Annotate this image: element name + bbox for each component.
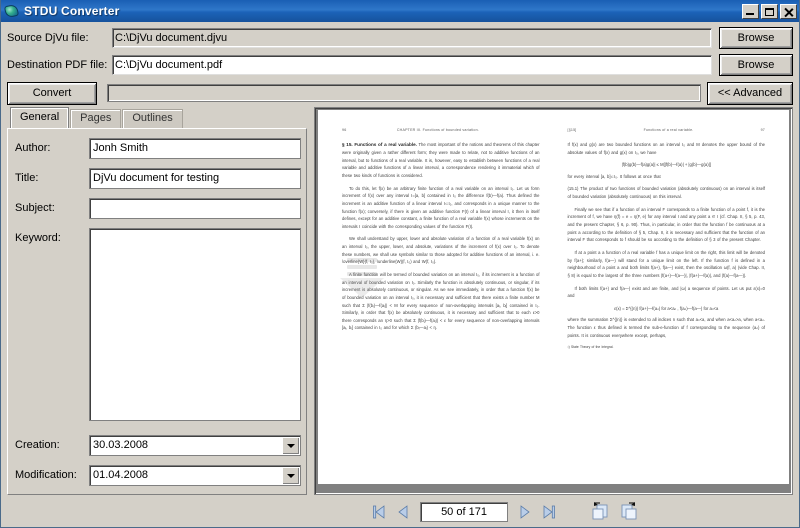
author-input[interactable]: Jonh Smith bbox=[89, 138, 301, 159]
convert-button[interactable]: Convert bbox=[7, 81, 97, 105]
last-page-button[interactable] bbox=[538, 501, 560, 523]
application-window: STDU Converter Source DjVu file: C:\DjVu… bbox=[0, 0, 800, 528]
scanned-page-right: [§15] Functions of a real variable. 97 I… bbox=[554, 128, 780, 476]
advanced-toggle-button[interactable]: << Advanced bbox=[707, 81, 793, 105]
window-title: STDU Converter bbox=[24, 4, 120, 18]
rotate-group bbox=[587, 500, 643, 524]
modification-row: Modification: 01.04.2008 bbox=[15, 465, 301, 486]
destination-browse-button[interactable]: Browse bbox=[719, 54, 793, 76]
page-navigation-toolbar: 50 of 171 bbox=[1, 497, 799, 527]
creation-date-picker[interactable]: 30.03.2008 bbox=[89, 435, 301, 456]
next-page-button[interactable] bbox=[514, 501, 536, 523]
close-button[interactable] bbox=[780, 3, 797, 19]
modification-date-picker[interactable]: 01.04.2008 bbox=[89, 465, 301, 486]
left-page-paragraph: To do this, let f(x) be an arbitrary fin… bbox=[342, 185, 540, 229]
right-page-header: [§15] Functions of a real variable. 97 bbox=[568, 128, 766, 132]
destination-file-input[interactable]: C:\DjVu document.pdf bbox=[112, 55, 712, 75]
modification-label: Modification: bbox=[15, 469, 77, 481]
general-tab-panel: Author: Jonh Smith Title: DjVu document … bbox=[7, 128, 307, 495]
document-preview-viewport[interactable]: 96 CHAPTER III. Functions of bounded var… bbox=[314, 107, 793, 495]
left-page-header: 96 CHAPTER III. Functions of bounded var… bbox=[342, 128, 540, 132]
page-nav-group: 50 of 171 bbox=[367, 501, 561, 523]
app-globe-icon bbox=[3, 3, 20, 19]
title-input[interactable]: DjVu document for testing bbox=[89, 168, 301, 189]
page-number-input[interactable]: 50 of 171 bbox=[420, 502, 508, 522]
modification-date-value: 01.04.2008 bbox=[93, 469, 149, 481]
tab-outlines[interactable]: Outlines bbox=[122, 109, 183, 128]
first-page-button[interactable] bbox=[368, 501, 390, 523]
conversion-progress-bar bbox=[107, 84, 701, 102]
destination-file-label: Destination PDF file: bbox=[7, 59, 108, 71]
tab-general[interactable]: General bbox=[10, 107, 70, 128]
left-page-paragraph: A finite function will be termed of boun… bbox=[342, 272, 540, 331]
left-page-section-title: § 15. Functions of a real variable. bbox=[342, 142, 417, 147]
right-page-paragraph: for every interval [a, b]⊂I₀. It follows… bbox=[567, 173, 661, 179]
source-file-label: Source DjVu file: bbox=[7, 32, 89, 44]
right-page-folio: 97 bbox=[760, 128, 765, 132]
creation-label: Creation: bbox=[15, 439, 60, 451]
left-page-paragraph: We shall understand by upper, lower and … bbox=[342, 236, 540, 265]
author-label: Author: bbox=[15, 142, 51, 154]
source-browse-button[interactable]: Browse bbox=[719, 27, 793, 49]
right-page-paragraph: If at a point a a function of a real var… bbox=[567, 249, 766, 278]
preview-pane: 96 CHAPTER III. Functions of bounded var… bbox=[314, 107, 793, 495]
convert-row: Convert << Advanced bbox=[7, 81, 793, 105]
rotate-left-button[interactable] bbox=[589, 500, 615, 524]
keyword-row: Keyword: bbox=[15, 228, 301, 421]
conversion-settings-panel: Source DjVu file: C:\DjVu document.djvu … bbox=[1, 22, 799, 107]
right-page-equation: ε(x) = Σ^{(n)} f(a+)—f(aₙ) for a<aₙ , f(… bbox=[614, 305, 719, 311]
subject-input[interactable] bbox=[89, 198, 301, 219]
right-page-footnote: ¹) State Theory of the Integral. bbox=[567, 345, 614, 350]
right-page-paragraph: where the summation Σ^{(n)} is extended … bbox=[567, 317, 766, 338]
minimize-button[interactable] bbox=[742, 3, 759, 19]
right-page-equation: |f(b)g(b)—f(a)g(a)| ≤ M[|f(b)—f(a)| + |g… bbox=[621, 162, 711, 168]
previous-page-button[interactable] bbox=[392, 501, 414, 523]
right-page-marker: [§15] bbox=[567, 128, 577, 132]
author-row: Author: Jonh Smith bbox=[15, 138, 301, 159]
main-content-area: General Pages Outlines Author: Jonh Smit… bbox=[1, 107, 799, 495]
right-page-running-head: Functions of a real variable. bbox=[643, 128, 694, 132]
destination-file-row: Destination PDF file: C:\DjVu document.p… bbox=[7, 54, 793, 76]
document-page-sheet: 96 CHAPTER III. Functions of bounded var… bbox=[318, 110, 789, 484]
tab-strip: General Pages Outlines bbox=[7, 107, 307, 128]
subject-row: Subject: bbox=[15, 198, 301, 219]
right-page-paragraph: If f(x) and g(x) are two bounded functio… bbox=[567, 142, 766, 155]
keyword-label: Keyword: bbox=[15, 232, 61, 244]
rotate-right-button[interactable] bbox=[617, 500, 643, 524]
right-page-paragraph: (15.1) The product of two functions of b… bbox=[567, 186, 766, 200]
right-page-paragraph: Finally we see that if a function of an … bbox=[567, 206, 766, 243]
creation-row: Creation: 30.03.2008 bbox=[15, 435, 301, 456]
scanned-page-left: 96 CHAPTER III. Functions of bounded var… bbox=[328, 128, 554, 476]
title-row: Title: DjVu document for testing bbox=[15, 168, 301, 189]
source-file-row: Source DjVu file: C:\DjVu document.djvu … bbox=[7, 27, 793, 49]
chevron-down-icon[interactable] bbox=[282, 467, 299, 484]
maximize-button[interactable] bbox=[761, 3, 778, 19]
metadata-pane: General Pages Outlines Author: Jonh Smit… bbox=[7, 107, 307, 495]
tab-pages[interactable]: Pages bbox=[70, 109, 122, 128]
left-page-running-head: CHAPTER III. Functions of bounded variat… bbox=[396, 128, 479, 132]
left-page-section: § 15. Functions of a real variable. The … bbox=[342, 141, 540, 180]
title-label: Title: bbox=[15, 172, 39, 184]
creation-date-value: 30.03.2008 bbox=[93, 439, 149, 451]
chevron-down-icon[interactable] bbox=[282, 437, 299, 454]
subject-label: Subject: bbox=[15, 202, 55, 214]
source-file-input[interactable]: C:\DjVu document.djvu bbox=[112, 28, 712, 48]
left-page-paragraph: The most important of the notions and th… bbox=[342, 142, 540, 178]
page-spread: 96 CHAPTER III. Functions of bounded var… bbox=[318, 110, 789, 484]
right-page-paragraph: If both limits f(a+) and f(a—) exist and… bbox=[567, 285, 766, 299]
keyword-textarea[interactable] bbox=[89, 228, 301, 421]
title-bar: STDU Converter bbox=[1, 0, 799, 22]
